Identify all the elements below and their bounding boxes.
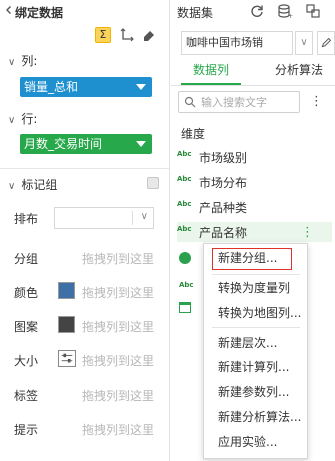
menu-item-new-calc-column[interactable]: 新建计算列... bbox=[204, 356, 307, 378]
more-options-icon[interactable]: ⋮ bbox=[310, 94, 323, 110]
field-item[interactable]: Abc 市场分布 bbox=[177, 172, 332, 192]
bind-data-panel: 绑定数据 Σ ∨ 列: 销量_总和 ∨ 行: 月数_交易时间 ∨ 标记组 排布 ∨ 分… bbox=[0, 0, 170, 461]
tooltip-label: 提示 bbox=[14, 423, 39, 437]
dataset-select-value: 咖啡中国市场销 bbox=[186, 36, 263, 49]
menu-item-apply-experiment[interactable]: 应用实验... bbox=[204, 431, 307, 453]
refresh-icon[interactable] bbox=[249, 3, 265, 19]
swap-axes-icon[interactable] bbox=[119, 27, 135, 43]
chevron-down-icon[interactable]: ∨ bbox=[8, 181, 15, 192]
pattern-label: 图案 bbox=[14, 320, 39, 334]
pill-dropdown-icon[interactable] bbox=[136, 84, 146, 90]
rows-field-pill[interactable]: 月数_交易时间 bbox=[20, 134, 152, 154]
dataset-select[interactable]: 咖啡中国市场销 bbox=[181, 31, 293, 55]
menu-item-convert-map[interactable]: 转换为地图列... bbox=[204, 302, 307, 324]
rows-field-label: 月数_交易时间 bbox=[24, 137, 103, 151]
pattern-drop-zone[interactable]: 拖拽列到这里 bbox=[82, 318, 154, 335]
tab-divider bbox=[171, 85, 335, 86]
color-label: 颜色 bbox=[14, 286, 39, 300]
switch-dataset-icon[interactable] bbox=[305, 3, 321, 19]
chevron-down-icon[interactable]: ∨ bbox=[8, 115, 15, 126]
group-drop-zone[interactable]: 拖拽列到这里 bbox=[82, 250, 154, 267]
size-slider-icon[interactable] bbox=[58, 350, 76, 367]
search-input[interactable] bbox=[201, 94, 297, 110]
layout-label: 排布 bbox=[14, 212, 39, 226]
menu-divider bbox=[212, 274, 300, 275]
menu-item-convert-measure[interactable]: 转换为度量列 bbox=[204, 277, 307, 299]
dataset-dropdown-button[interactable]: ∨ bbox=[295, 31, 313, 55]
label-drop-zone[interactable]: 拖拽列到这里 bbox=[82, 387, 154, 404]
string-type-icon: Abc bbox=[177, 225, 192, 233]
field-search-box[interactable] bbox=[178, 91, 300, 113]
field-name: 产品名称 bbox=[199, 226, 248, 240]
string-type-icon: Abc bbox=[177, 175, 192, 183]
sigma-icon[interactable]: Σ bbox=[95, 27, 111, 43]
chevron-down-icon[interactable]: ∨ bbox=[141, 211, 148, 222]
edit-dataset-icon[interactable] bbox=[317, 31, 335, 55]
field-context-menu: 新建分组... 转换为度量列 转换为地图列... 新建层次... 新建计算列..… bbox=[203, 243, 308, 459]
string-type-icon: Abc bbox=[177, 150, 192, 158]
layout-select[interactable]: ∨ bbox=[54, 207, 154, 229]
calendar-icon bbox=[179, 302, 191, 313]
eraser-icon[interactable] bbox=[141, 27, 157, 43]
tooltip-drop-zone[interactable]: 拖拽列到这里 bbox=[82, 421, 154, 438]
search-icon bbox=[184, 96, 196, 108]
field-item[interactable]: Abc 市场级别 bbox=[177, 147, 332, 167]
string-type-icon: Abc bbox=[179, 281, 194, 289]
collapse-chevron-icon[interactable] bbox=[4, 5, 14, 15]
dataset-stack-icon[interactable]: + bbox=[277, 3, 293, 19]
bind-data-title: 绑定数据 bbox=[15, 6, 64, 20]
group-label: 分组 bbox=[14, 252, 39, 266]
mark-type-icon[interactable] bbox=[147, 177, 159, 189]
label-label: 标签 bbox=[14, 389, 39, 403]
divider bbox=[0, 168, 170, 169]
size-drop-zone[interactable]: 拖拽列到这里 bbox=[82, 352, 154, 369]
menu-item-new-param-column[interactable]: 新建参数列... bbox=[204, 381, 307, 403]
field-name: 市场级别 bbox=[199, 151, 248, 165]
rows-label: ∨ 行: bbox=[8, 112, 38, 126]
pattern-swatch[interactable] bbox=[58, 316, 75, 333]
field-item[interactable]: Abc 产品种类 bbox=[177, 197, 332, 217]
dimension-section-label: 维度 bbox=[181, 127, 206, 141]
columns-field-label: 销量_总和 bbox=[24, 80, 79, 94]
divider bbox=[132, 211, 133, 225]
columns-label: ∨ 列: bbox=[8, 54, 38, 68]
dataset-title: 数据集 bbox=[177, 6, 214, 20]
chevron-down-icon: ∨ bbox=[300, 37, 308, 48]
tab-analysis-algorithms[interactable]: 分析算法 bbox=[269, 61, 329, 85]
menu-item-new-hierarchy[interactable]: 新建层次... bbox=[204, 332, 307, 354]
pill-dropdown-icon[interactable] bbox=[136, 141, 146, 147]
color-swatch[interactable] bbox=[58, 282, 75, 299]
menu-item-new-analysis-algorithm[interactable]: 新建分析算法... bbox=[204, 406, 307, 428]
field-name: 产品种类 bbox=[199, 201, 248, 215]
chevron-down-icon[interactable]: ∨ bbox=[8, 57, 15, 68]
geo-field-icon bbox=[179, 252, 191, 264]
color-drop-zone[interactable]: 拖拽列到这里 bbox=[82, 284, 154, 301]
svg-text:+: + bbox=[288, 13, 293, 19]
field-name: 市场分布 bbox=[199, 176, 248, 190]
bind-data-header[interactable]: 绑定数据 bbox=[0, 0, 170, 24]
menu-divider bbox=[212, 327, 300, 328]
field-menu-icon[interactable]: ⋮ bbox=[301, 225, 314, 241]
size-label: 大小 bbox=[14, 354, 39, 368]
columns-field-pill[interactable]: 销量_总和 bbox=[20, 77, 152, 97]
bind-toolbar: Σ bbox=[95, 27, 165, 45]
menu-item-new-group[interactable]: 新建分组... bbox=[212, 248, 292, 270]
tab-data-columns[interactable]: 数据列 bbox=[181, 61, 241, 85]
mark-group-header[interactable]: ∨ 标记组 bbox=[8, 176, 57, 193]
string-type-icon: Abc bbox=[177, 200, 192, 208]
